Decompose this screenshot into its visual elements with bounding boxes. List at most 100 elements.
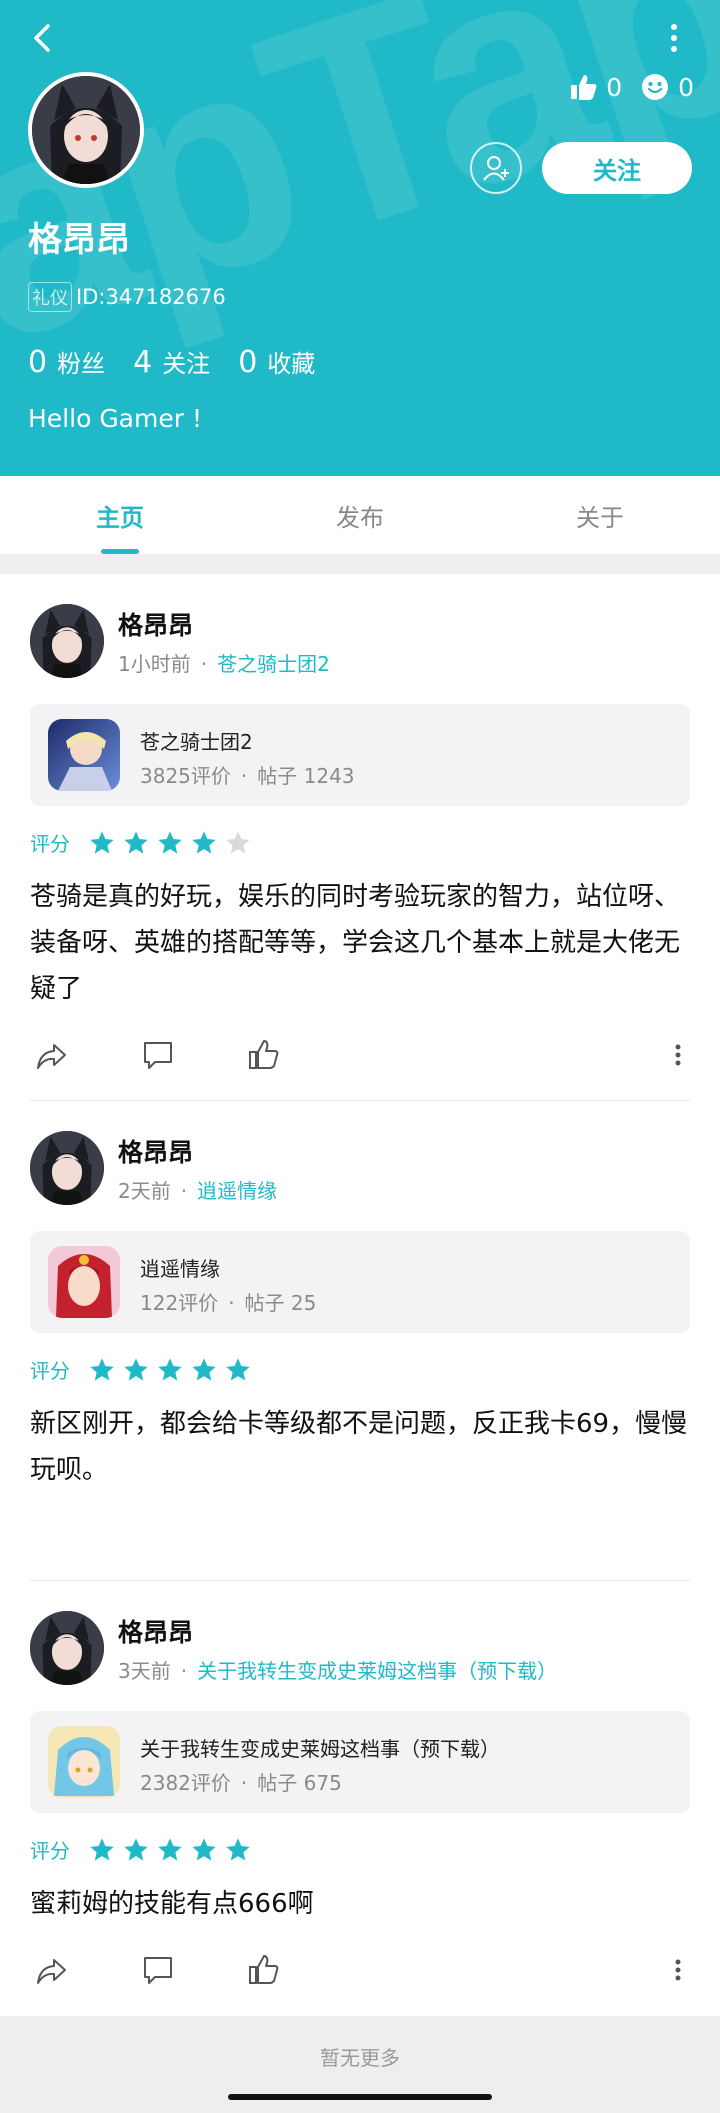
game-card[interactable]: 逍遥情缘 122评价 · 帖子 25 [30,1231,690,1333]
rating-row: 评分 [30,828,252,857]
share-icon[interactable] [34,1953,68,1987]
like-icon[interactable] [247,1038,281,1072]
post-author[interactable]: 格昂昂 [118,606,193,642]
game-card[interactable]: 苍之骑士团2 3825评价 · 帖子 1243 [30,704,690,806]
post-meta: 2天前 · 逍遥情缘 [118,1175,277,1204]
star-filled-icon [124,830,148,853]
post-text[interactable]: 蜜莉姆的技能有点666啊 [30,1881,690,1927]
stat-label: 粉丝 [57,350,106,378]
tab-home[interactable]: 主页 [0,476,240,554]
no-more-text: 暂无更多 [320,2046,400,2070]
stat-label: 收藏 [267,350,316,378]
rating-label: 评分 [30,1359,70,1383]
avatar[interactable] [30,1131,104,1205]
star-filled-icon [158,1357,182,1380]
stat-following[interactable]: 4 关注 [133,344,210,380]
post-time: 2天前 [118,1179,171,1203]
share-icon[interactable] [34,1038,68,1072]
smile-stat[interactable]: 0 [640,72,694,102]
game-post-count: 帖子 675 [257,1771,342,1795]
post-divider [30,1100,690,1101]
profile-id: ID:347182676 [76,285,226,309]
post-more-icon[interactable] [672,1953,684,1987]
avatar[interactable] [30,604,104,678]
add-friend-button[interactable] [470,142,522,194]
stat-label: 关注 [162,350,211,378]
profile-avatar[interactable] [28,72,144,188]
add-user-icon [483,156,509,181]
star-filled-icon [192,830,216,853]
post-game-link[interactable]: 关于我转生变成史莱姆这档事（预下载） [197,1659,557,1683]
rating-label: 评分 [30,1839,70,1863]
comment-icon[interactable] [141,1953,175,1987]
game-stats: 122评价 · 帖子 25 [140,1287,316,1316]
meta-separator: · [228,1291,235,1315]
star-filled-icon [158,830,182,853]
review-post: 格昂昂 1小时前 · 苍之骑士团2 苍之骑士团2 3825评价 · 帖子 1243 评分… [30,604,690,1100]
stat-fans[interactable]: 0 粉丝 [28,344,105,380]
star-filled-icon [192,1837,216,1860]
post-game-link[interactable]: 逍遥情缘 [197,1179,277,1203]
meta-separator: · [240,1771,248,1795]
follow-button[interactable]: 关注 [542,142,692,194]
post-text[interactable]: 苍骑是真的好玩，娱乐的同时考验玩家的智力，站位呀、装备呀、英雄的搭配等等，学会这… [30,874,690,1012]
game-icon [48,719,120,791]
stat-number: 0 [238,345,258,380]
stat-favorites[interactable]: 0 收藏 [238,344,315,380]
star-filled-icon [226,1837,250,1860]
home-indicator[interactable] [228,2094,492,2100]
post-game-link[interactable]: 苍之骑士团2 [217,652,330,676]
game-reviews: 122评价 [140,1291,219,1315]
star-filled-icon [124,1357,148,1380]
game-reviews: 3825评价 [140,764,231,788]
tab-posts[interactable]: 发布 [240,476,480,554]
header-reactions: 0 0 [568,72,694,102]
smile-count: 0 [678,72,694,102]
likes-count: 0 [606,72,623,102]
post-author[interactable]: 格昂昂 [118,1133,193,1169]
game-post-count: 帖子 1243 [257,764,355,788]
profile-tabs: 主页 发布 关于 [0,476,720,554]
likes-stat[interactable]: 0 [568,72,622,102]
game-icon [48,1246,120,1318]
avatar[interactable] [30,1611,104,1685]
game-icon [48,1726,120,1798]
review-post: 格昂昂 2天前 · 逍遥情缘 逍遥情缘 122评价 · 帖子 25 评分 新区刚开，都会… [30,1131,690,1551]
tab-about[interactable]: 关于 [480,476,720,554]
smile-icon [642,74,669,100]
meta-separator: · [240,764,248,788]
more-menu-icon[interactable] [668,22,680,54]
post-meta: 3天前 · 关于我转生变成史莱姆这档事（预下载） [118,1655,557,1684]
game-card[interactable]: 关于我转生变成史莱姆这档事（预下载） 2382评价 · 帖子 675 [30,1711,690,1813]
list-footer: 暂无更多 [0,2016,720,2113]
stat-number: 0 [28,345,48,380]
rating-row: 评分 [30,1835,252,1864]
post-time: 3天前 [118,1659,171,1683]
game-stats: 3825评价 · 帖子 1243 [140,760,355,789]
profile-header: TapTap 0 0 关注 格昂昂 礼仪 ID:347182676 0 粉丝 4… [0,0,720,476]
meta-separator: · [200,652,208,676]
badge-tag[interactable]: 礼仪 [28,282,72,312]
post-text[interactable]: 新区刚开，都会给卡等级都不是问题，反正我卡69，慢慢玩呗。 [30,1401,690,1493]
like-icon[interactable] [247,1953,281,1987]
star-empty-icon [226,830,250,853]
stat-number: 4 [133,345,153,380]
post-divider [30,1580,690,1581]
thumbs-up-icon [571,75,597,100]
star-filled-icon [124,1837,148,1860]
post-time: 1小时前 [118,652,191,676]
game-title: 苍之骑士团2 [140,730,253,754]
star-filled-icon [192,1357,216,1380]
star-filled-icon [158,1837,182,1860]
comment-icon[interactable] [141,1038,175,1072]
profile-stats: 0 粉丝 4 关注 0 收藏 [28,344,315,380]
star-filled-icon [226,1357,250,1380]
rating-row: 评分 [30,1355,252,1384]
profile-bio: Hello Gamer ! [28,404,202,433]
back-icon[interactable] [24,18,64,58]
star-filled-icon [90,830,114,853]
meta-separator: · [180,1179,188,1203]
post-author[interactable]: 格昂昂 [118,1613,193,1649]
star-filled-icon [90,1357,114,1380]
post-more-icon[interactable] [672,1038,684,1072]
